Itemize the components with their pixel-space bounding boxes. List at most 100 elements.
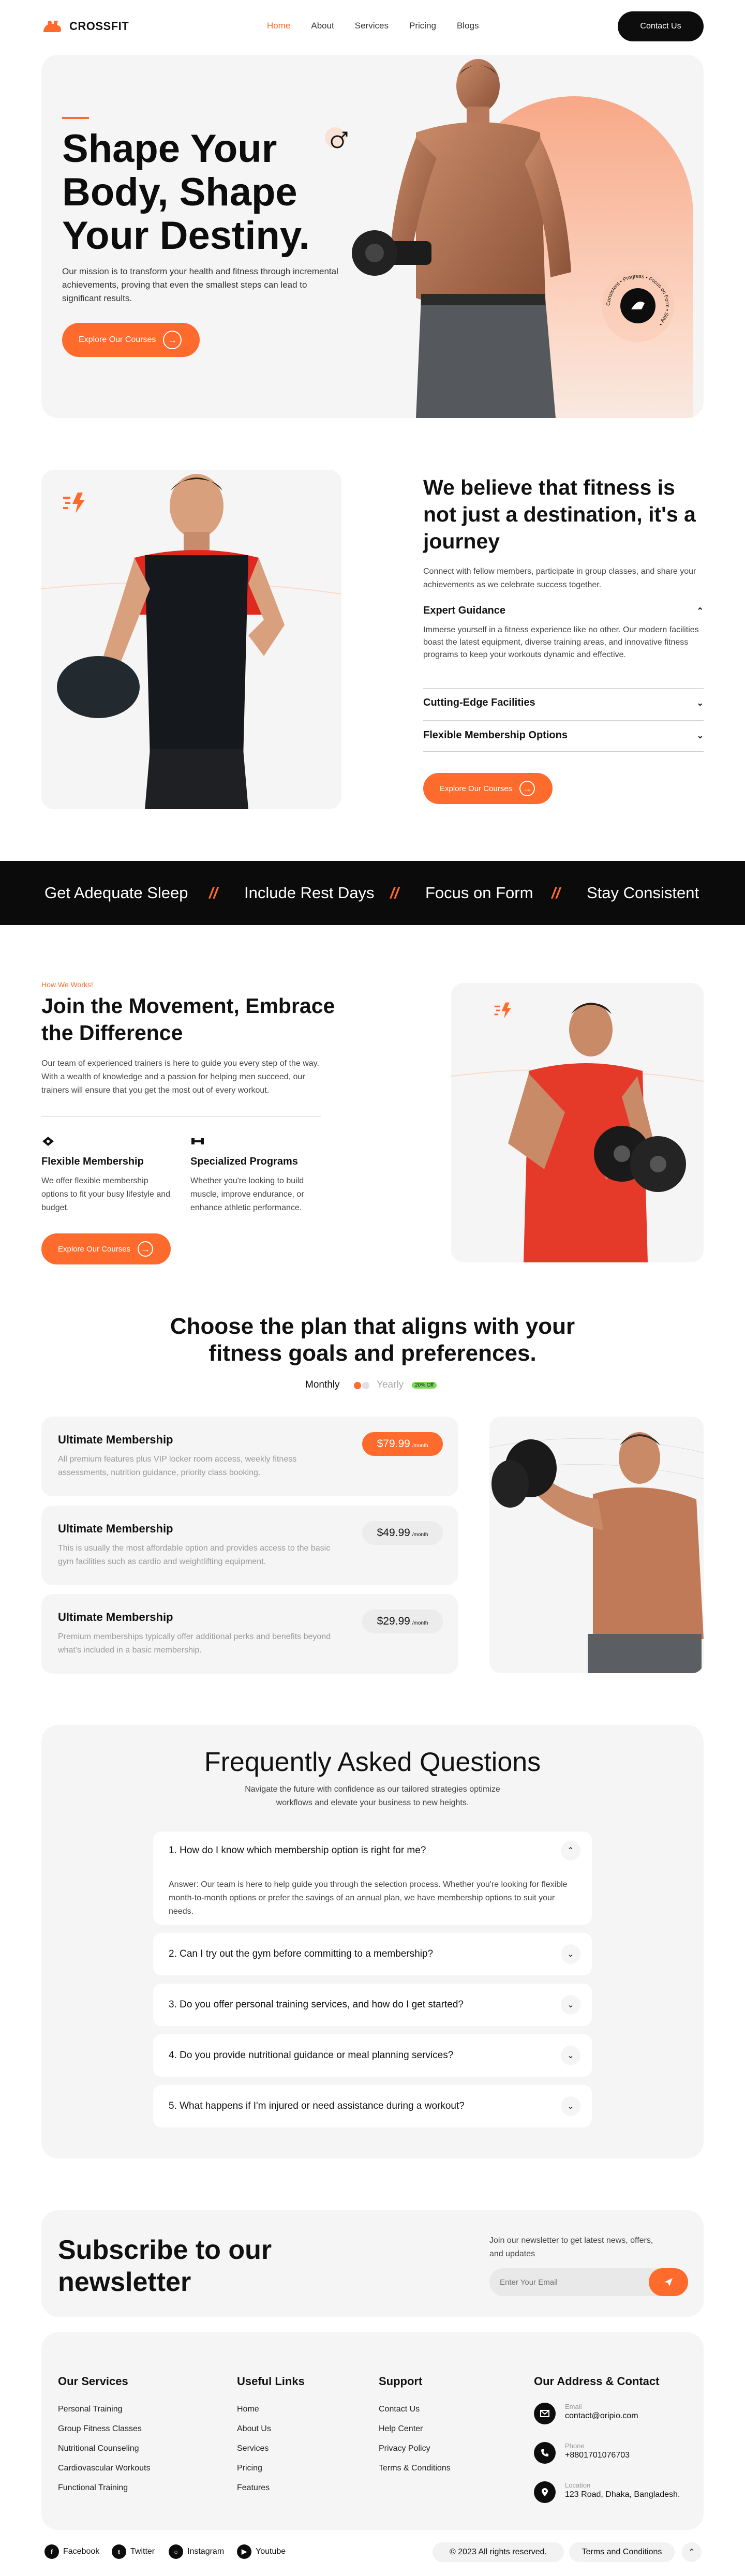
contact-email[interactable]: Email contact@oripio.com [534, 2403, 638, 2424]
slash-separator-icon: // [209, 885, 218, 902]
plan-name: Ultimate Membership [58, 1433, 173, 1446]
faq-item-expanded[interactable]: 1. How do I know which membership option… [153, 1832, 592, 1925]
accordion-item-expert-guidance[interactable]: Expert Guidance ⌃ Immerse yourself in a … [423, 605, 704, 661]
social-twitter[interactable]: t Twitter [112, 2544, 155, 2559]
faq-question: 4. Do you provide nutritional guidance o… [169, 2050, 454, 2061]
divider [423, 720, 704, 721]
social-facebook[interactable]: f Facebook [44, 2544, 99, 2559]
accordion-item-membership[interactable]: Flexible Membership Options ⌄ [423, 729, 704, 741]
billing-monthly-toggle[interactable]: Monthly [305, 1379, 340, 1391]
hero-explore-button[interactable]: Explore Our Courses → [62, 323, 200, 357]
chevron-down-icon: ⌄ [696, 698, 704, 708]
accordion-header[interactable]: Cutting-Edge Facilities ⌄ [423, 697, 704, 709]
contact-label: Phone [565, 2442, 585, 2450]
trainer-in-vest-image [41, 474, 341, 809]
athlete-with-dumbbell-image [352, 59, 571, 418]
plan-card[interactable]: Ultimate Membership All premium features… [41, 1417, 458, 1496]
plan-card[interactable]: Ultimate Membership Premium memberships … [41, 1594, 458, 1674]
faq-question: 1. How do I know which membership option… [169, 1845, 426, 1856]
chevron-down-icon[interactable]: ⌄ [561, 2046, 580, 2065]
toggle-track[interactable] [362, 1382, 369, 1389]
accordion-header[interactable]: Flexible Membership Options ⌄ [423, 729, 704, 741]
divider [423, 751, 704, 752]
hero-description: Our mission is to transform your health … [62, 266, 338, 303]
footer-link[interactable]: Group Fitness Classes [58, 2419, 150, 2439]
nav-link-blogs[interactable]: Blogs [457, 21, 479, 31]
faq-item[interactable]: 5. What happens if I'm injured or need a… [153, 2085, 592, 2127]
scroll-top-button[interactable]: ⌃ [682, 2542, 702, 2562]
youtube-icon: ▶ [237, 2544, 251, 2559]
contact-us-button[interactable]: Contact Us [618, 11, 704, 41]
membership-icon [42, 1137, 54, 1146]
plan-price-pill[interactable]: $49.99 /month [362, 1521, 443, 1545]
social-youtube[interactable]: ▶ Youtube [237, 2544, 286, 2559]
footer-link[interactable]: Features [237, 2478, 271, 2498]
athlete-curling-dumbbell-image [489, 1432, 704, 1673]
social-instagram[interactable]: ○ Instagram [169, 2544, 224, 2559]
nav-link-about[interactable]: About [311, 21, 334, 31]
send-icon [664, 2278, 673, 2286]
contact-location[interactable]: Location 123 Road, Dhaka, Bangladesh. [534, 2481, 680, 2503]
join-description: Our team of experienced trainers is here… [41, 1059, 319, 1095]
arrow-right-icon: → [138, 1241, 154, 1257]
accordion-item-facilities[interactable]: Cutting-Edge Facilities ⌄ [423, 697, 704, 709]
nav-link-services[interactable]: Services [355, 21, 389, 31]
faq-question: 2. Can I try out the gym before committi… [169, 1948, 434, 1959]
faq-question: 5. What happens if I'm injured or need a… [169, 2101, 465, 2111]
contact-value: contact@oripio.com [565, 2411, 638, 2420]
chevron-down-icon: ⌄ [696, 731, 704, 740]
faq-title: Frequently Asked Questions [204, 1747, 541, 1777]
chevron-down-icon[interactable]: ⌄ [561, 2096, 580, 2116]
chevron-up-icon[interactable]: ⌃ [561, 1841, 580, 1860]
athlete-curl-image-card [489, 1417, 704, 1673]
footer-link[interactable]: Cardiovascular Workouts [58, 2459, 150, 2478]
accordion-body: Immerse yourself in a fitness experience… [423, 626, 699, 659]
hero-explore-label: Explore Our Courses [79, 335, 156, 344]
yearly-discount-badge: 20% Off [412, 1382, 437, 1389]
plan-price-pill[interactable]: $79.99 /month [362, 1432, 443, 1456]
footer-link[interactable]: Personal Training [58, 2400, 150, 2419]
footer-link[interactable]: Help Center [379, 2419, 451, 2439]
plan-price-pill[interactable]: $29.99 /month [362, 1610, 443, 1633]
brand-mark-icon [43, 21, 61, 32]
footer-link[interactable]: Terms & Conditions [379, 2459, 451, 2478]
about-trainer-image-card [41, 470, 341, 809]
join-explore-button[interactable]: Explore Our Courses → [41, 1233, 171, 1264]
brand-logo[interactable]: CROSSFIT [41, 19, 129, 34]
terms-link[interactable]: Terms and Conditions [569, 2542, 675, 2562]
toggle-dot[interactable] [354, 1382, 361, 1389]
footer-link[interactable]: Pricing [237, 2459, 271, 2478]
accordion-title: Cutting-Edge Facilities [423, 697, 535, 708]
chevron-down-icon[interactable]: ⌄ [561, 1944, 580, 1964]
plan-period: /month [412, 1442, 428, 1449]
contact-phone[interactable]: Phone +8801701076703 [534, 2442, 630, 2464]
footer-link[interactable]: About Us [237, 2419, 271, 2439]
footer-link[interactable]: Contact Us [379, 2400, 451, 2419]
chevron-up-icon: ⌃ [696, 606, 704, 616]
about-explore-button[interactable]: Explore Our Courses → [423, 773, 553, 804]
phone-icon [534, 2442, 556, 2464]
subscribe-send-button[interactable] [649, 2268, 688, 2296]
feature-title: Specialized Programs [190, 1156, 298, 1167]
footer-link[interactable]: Nutritional Counseling [58, 2439, 150, 2459]
footer-link[interactable]: Privacy Policy [379, 2439, 451, 2459]
chevron-up-icon: ⌃ [688, 2548, 695, 2557]
dumbbell-icon [191, 1138, 204, 1144]
nav-link-pricing[interactable]: Pricing [409, 21, 436, 31]
about-subtitle: Connect with fellow members, participate… [423, 567, 696, 589]
accordion-title: Flexible Membership Options [423, 729, 568, 741]
plan-card[interactable]: Ultimate Membership This is usually the … [41, 1506, 458, 1585]
feature-description: We offer flexible membership options to … [41, 1177, 171, 1212]
footer-link[interactable]: Home [237, 2400, 271, 2419]
faq-item[interactable]: 3. Do you offer personal training servic… [153, 1984, 592, 2026]
nav-link-home[interactable]: Home [267, 21, 290, 31]
accordion-header[interactable]: Expert Guidance ⌃ [423, 605, 704, 617]
billing-yearly-toggle[interactable]: Yearly [377, 1379, 404, 1391]
faq-item[interactable]: 2. Can I try out the gym before committi… [153, 1933, 592, 1975]
faq-item[interactable]: 4. Do you provide nutritional guidance o… [153, 2034, 592, 2077]
footer-link[interactable]: Functional Training [58, 2478, 150, 2498]
copyright-text: © 2023 All rights reserved. [433, 2542, 564, 2562]
footer-link[interactable]: Services [237, 2439, 271, 2459]
top-navigation: CROSSFIT Home About Services Pricing Blo… [0, 0, 745, 54]
chevron-down-icon[interactable]: ⌄ [561, 1995, 580, 2015]
